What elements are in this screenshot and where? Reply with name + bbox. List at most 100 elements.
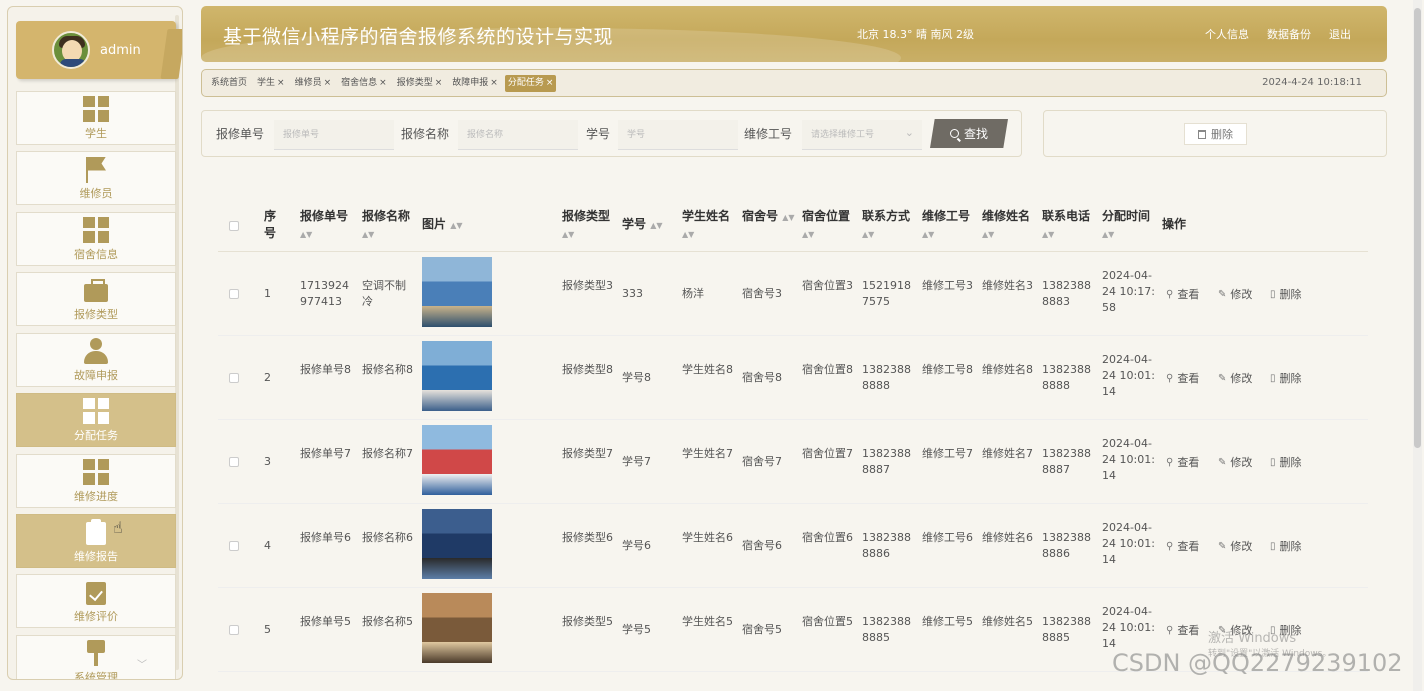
logout-link[interactable]: 退出 [1329, 26, 1351, 42]
cell-order: 报修单号7 [300, 447, 351, 460]
row-checkbox[interactable] [229, 373, 239, 383]
row-checkbox[interactable] [229, 457, 239, 467]
order-no-input[interactable]: 报修单号 [274, 120, 394, 150]
student-id-input[interactable]: 学号 [618, 120, 738, 150]
cell-name: 报修名称8 [362, 363, 413, 376]
col-header[interactable]: 宿舍位置 ▲▼ [802, 208, 856, 243]
delete-row-button[interactable]: ▯ 删除 [1270, 370, 1302, 386]
tab-students[interactable]: 学生 × [254, 75, 288, 92]
edit-button[interactable]: ✎ 修改 [1218, 286, 1252, 302]
sidebar-item-fault-report[interactable]: 故障申报 [16, 333, 176, 387]
table-row[interactable]: 4 报修单号6 报修名称6 报修类型6 学号6 学生姓名6 宿舍号6 宿舍位置6 1382388… [218, 504, 1368, 588]
edit-button[interactable]: ✎ 修改 [1218, 454, 1252, 470]
search-button[interactable]: 查找 [930, 119, 1008, 148]
col-header[interactable]: 维修姓名 ▲▼ [982, 208, 1036, 243]
delete-row-button[interactable]: ▯ 删除 [1270, 538, 1302, 554]
sidebar-item-repair-progress[interactable]: 维修进度 [16, 454, 176, 508]
sidebar-item-assign-tasks[interactable]: 分配任务 [16, 393, 176, 447]
backup-link[interactable]: 数据备份 [1267, 26, 1311, 42]
user-profile[interactable]: admin [16, 21, 176, 79]
tab-repair-types[interactable]: 报修类型 × [394, 75, 446, 92]
select-all-checkbox[interactable] [229, 221, 239, 231]
col-header[interactable]: 报修名称 ▲▼ [362, 208, 416, 243]
sort-icon[interactable]: ▲▼ [562, 230, 574, 239]
close-icon[interactable]: × [324, 78, 332, 88]
close-icon[interactable]: × [277, 78, 285, 88]
profile-link[interactable]: 个人信息 [1205, 26, 1249, 42]
sort-icon[interactable]: ▲▼ [450, 221, 462, 230]
sort-icon[interactable]: ▲▼ [300, 230, 312, 239]
sidebar-item-students[interactable]: 学生 [16, 91, 176, 145]
table-row[interactable]: 1 1713924977413 空调不制冷 报修类型3 333 杨洋 宿舍号3 宿舍位置3 15… [218, 252, 1368, 336]
cell-phone: 13823888886 [1042, 531, 1091, 560]
sidebar-item-repair-review[interactable]: 维修评价 [16, 574, 176, 628]
sort-icon[interactable]: ▲▼ [862, 230, 874, 239]
col-header[interactable]: 图片 ▲▼ [422, 216, 482, 234]
sort-icon[interactable]: ▲▼ [802, 230, 814, 239]
col-header[interactable]: 序号 [264, 208, 284, 242]
view-button[interactable]: ⚲ 查看 [1166, 370, 1199, 386]
edit-button[interactable]: ✎ 修改 [1218, 538, 1252, 554]
page-scrollbar[interactable] [1413, 0, 1422, 691]
col-header[interactable]: 联系方式 ▲▼ [862, 208, 916, 243]
repair-photo[interactable] [422, 425, 492, 495]
col-header[interactable]: 学生姓名 ▲▼ [682, 208, 736, 243]
sidebar-item-repairmen[interactable]: 维修员 [16, 151, 176, 205]
col-header[interactable]: 报修单号 ▲▼ [300, 208, 354, 243]
repair-photo[interactable] [422, 593, 492, 663]
tab-fault-report[interactable]: 故障申报 × [449, 75, 501, 92]
tab-home[interactable]: 系统首页 [208, 75, 250, 92]
select-placeholder: 请选择维修工号 [811, 130, 875, 140]
sort-icon[interactable]: ▲▼ [682, 230, 694, 239]
col-header[interactable]: 报修类型 ▲▼ [562, 208, 616, 243]
sort-icon[interactable]: ▲▼ [782, 213, 794, 222]
view-button[interactable]: ⚲ 查看 [1166, 538, 1199, 554]
col-header[interactable]: 分配时间 ▲▼ [1102, 208, 1156, 243]
close-icon[interactable]: × [379, 78, 387, 88]
tab-assign-tasks[interactable]: 分配任务 × [504, 75, 557, 92]
col-header[interactable]: 学号 ▲▼ [622, 216, 676, 234]
col-header[interactable]: 联系电话 ▲▼ [1042, 208, 1096, 243]
close-icon[interactable]: × [490, 78, 498, 88]
delete-row-button[interactable]: ▯ 删除 [1270, 454, 1302, 470]
tab-repairmen[interactable]: 维修员 × [292, 75, 335, 92]
sidebar-item-repair-types[interactable]: 报修类型 [16, 272, 176, 326]
scrollbar-thumb[interactable] [1414, 8, 1421, 448]
view-button[interactable]: ⚲ 查看 [1166, 454, 1199, 470]
sidebar-item-repair-report[interactable]: 维修报告 [16, 514, 176, 568]
worker-id-select[interactable]: 请选择维修工号 [802, 118, 922, 150]
tab-label: 系统首页 [211, 78, 248, 88]
close-icon[interactable]: × [435, 78, 443, 88]
sidebar-item-system-management[interactable]: 系统管理 ﹀ [16, 635, 176, 679]
delete-row-button[interactable]: ▯ 删除 [1270, 286, 1302, 302]
cell-order: 1713924977413 [300, 279, 349, 308]
repair-photo[interactable] [422, 341, 492, 411]
edit-icon: ✎ [1218, 456, 1227, 468]
repair-photo[interactable] [422, 257, 492, 327]
row-checkbox[interactable] [229, 625, 239, 635]
row-checkbox[interactable] [229, 541, 239, 551]
table-row[interactable]: 3 报修单号7 报修名称7 报修类型7 学号7 学生姓名7 宿舍号7 宿舍位置7 1382388… [218, 420, 1368, 504]
sort-icon[interactable]: ▲▼ [1102, 230, 1114, 239]
cell-room: 宿舍号3 [742, 287, 782, 300]
col-header[interactable]: 维修工号 ▲▼ [922, 208, 976, 243]
sort-icon[interactable]: ▲▼ [1042, 230, 1054, 239]
repair-photo[interactable] [422, 509, 492, 579]
sort-icon[interactable]: ▲▼ [650, 221, 662, 230]
delete-button[interactable]: 删除 [1184, 123, 1247, 145]
row-checkbox[interactable] [229, 289, 239, 299]
view-button[interactable]: ⚲ 查看 [1166, 622, 1199, 638]
sort-icon[interactable]: ▲▼ [982, 230, 994, 239]
tab-dorm-info[interactable]: 宿舍信息 × [338, 75, 390, 92]
col-header[interactable]: 宿舍号 ▲▼ [742, 208, 796, 226]
close-icon[interactable]: × [546, 78, 554, 88]
edit-button[interactable]: ✎ 修改 [1218, 370, 1252, 386]
op-label: 修改 [1230, 540, 1253, 553]
view-button[interactable]: ⚲ 查看 [1166, 286, 1199, 302]
repair-name-input[interactable]: 报修名称 [458, 120, 578, 150]
sidebar-item-dorm-info[interactable]: 宿舍信息 [16, 212, 176, 266]
table-row[interactable]: 2 报修单号8 报修名称8 报修类型8 学号8 学生姓名8 宿舍号8 宿舍位置8 1382388… [218, 336, 1368, 420]
header-label: 操作 [1162, 217, 1187, 231]
sort-icon[interactable]: ▲▼ [922, 230, 934, 239]
sort-icon[interactable]: ▲▼ [362, 230, 374, 239]
